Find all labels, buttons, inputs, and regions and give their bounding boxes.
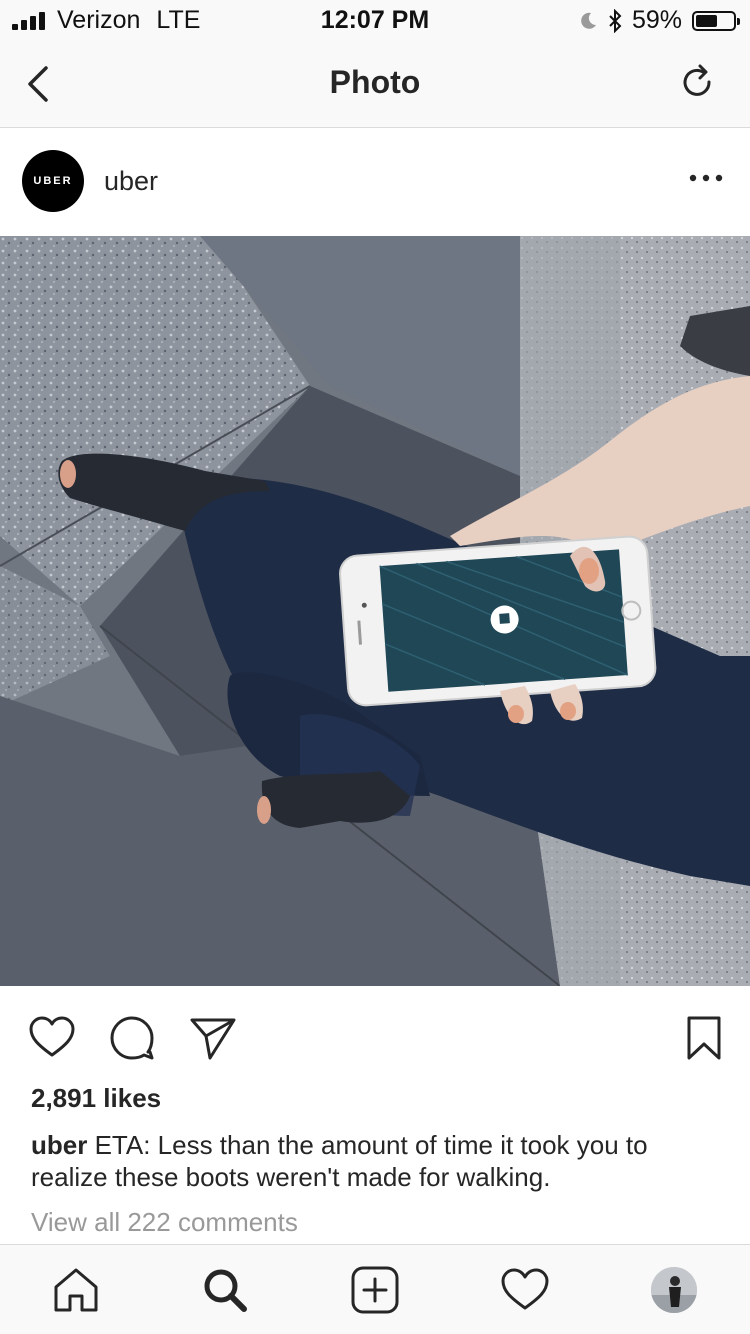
profile-photo bbox=[651, 1267, 697, 1313]
uber-avatar[interactable]: UBER bbox=[22, 150, 84, 212]
paper-plane-icon[interactable] bbox=[188, 1014, 236, 1062]
page-title: Photo bbox=[329, 64, 421, 100]
search-icon[interactable] bbox=[200, 1265, 250, 1315]
home-icon[interactable] bbox=[51, 1265, 101, 1315]
status-right: 59% bbox=[578, 6, 740, 35]
post-caption: uber ETA: Less than the amount of time i… bbox=[31, 1129, 731, 1193]
photo-illustration bbox=[0, 236, 750, 986]
nav-bar: Photo bbox=[0, 40, 750, 128]
view-comments-link[interactable]: View all 222 comments bbox=[31, 1207, 298, 1238]
post-photo[interactable] bbox=[0, 236, 750, 986]
caption-username[interactable]: uber bbox=[31, 1130, 87, 1160]
post-header: UBER uber bbox=[0, 128, 750, 236]
avatar-logo-text: UBER bbox=[33, 175, 73, 187]
battery-fill bbox=[696, 14, 717, 27]
likes-count[interactable]: 2,891 likes bbox=[31, 1083, 161, 1114]
tab-bar bbox=[0, 1244, 750, 1334]
refresh-icon[interactable] bbox=[676, 60, 720, 108]
activity-heart-icon[interactable] bbox=[500, 1265, 550, 1315]
profile-avatar[interactable] bbox=[651, 1267, 697, 1313]
caption-text: ETA: Less than the amount of time it too… bbox=[31, 1130, 648, 1192]
bluetooth-icon bbox=[609, 8, 622, 33]
battery-icon bbox=[692, 10, 740, 31]
bookmark-icon[interactable] bbox=[680, 1014, 728, 1062]
more-horizontal-icon[interactable] bbox=[688, 166, 724, 190]
post-username[interactable]: uber bbox=[104, 166, 158, 197]
moon-icon bbox=[581, 12, 596, 29]
heart-icon[interactable] bbox=[28, 1014, 76, 1062]
status-bar: Verizon LTE 12:07 PM 59% bbox=[0, 0, 750, 40]
plus-square-icon[interactable] bbox=[350, 1265, 400, 1315]
comment-icon[interactable] bbox=[108, 1014, 156, 1062]
battery-percent: 59% bbox=[631, 6, 682, 34]
post-actions bbox=[0, 986, 750, 1086]
